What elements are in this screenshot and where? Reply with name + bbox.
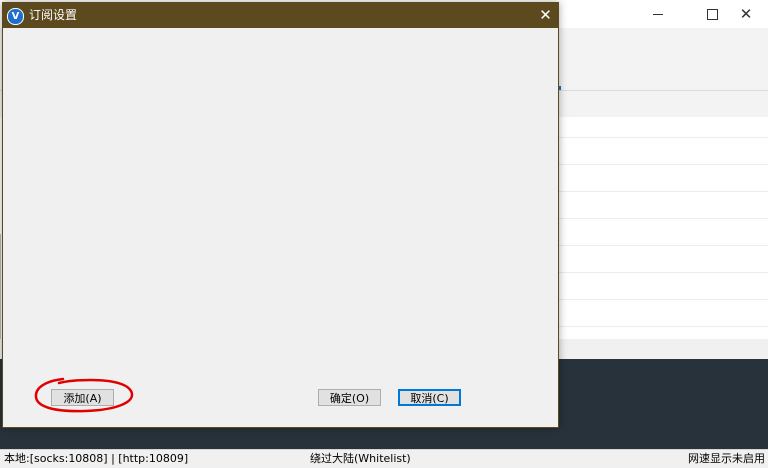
window-close-button[interactable]: ✕ [724,0,768,28]
close-icon: ✕ [539,6,552,24]
maximize-icon [706,8,718,20]
minimize-icon [653,13,663,15]
app-logo-icon: V [7,8,24,25]
ok-button[interactable]: 确定(O) [318,389,381,406]
minimize-button[interactable] [636,0,680,28]
list-row[interactable] [557,272,768,273]
subscription-list-area [3,28,558,427]
annotation-stroke [34,377,134,413]
status-local-ports: 本地:[socks:10808] | [http:10809] [4,452,189,465]
list-row[interactable] [557,137,768,138]
dialog-title: 订阅设置 [29,8,78,22]
subscription-settings-dialog: V 订阅设置 ✕ [2,2,559,428]
annotation-circle [34,377,134,413]
cancel-button[interactable]: 取消(C) [398,389,461,406]
list-row[interactable] [557,245,768,246]
close-icon: ✕ [739,4,753,23]
status-bar: 本地:[socks:10808] | [http:10809] 绕过大陆(Whi… [0,449,768,468]
list-row[interactable] [557,191,768,192]
list-row[interactable] [557,218,768,219]
dialog-titlebar[interactable]: V 订阅设置 ✕ [3,3,558,28]
list-row[interactable] [557,326,768,327]
status-speed: 网速显示未启用 [688,452,765,465]
dialog-close-button[interactable]: ✕ [533,3,558,28]
status-routing[interactable]: 绕过大陆(Whitelist) [310,450,411,467]
list-row[interactable] [557,164,768,165]
list-row[interactable] [557,299,768,300]
